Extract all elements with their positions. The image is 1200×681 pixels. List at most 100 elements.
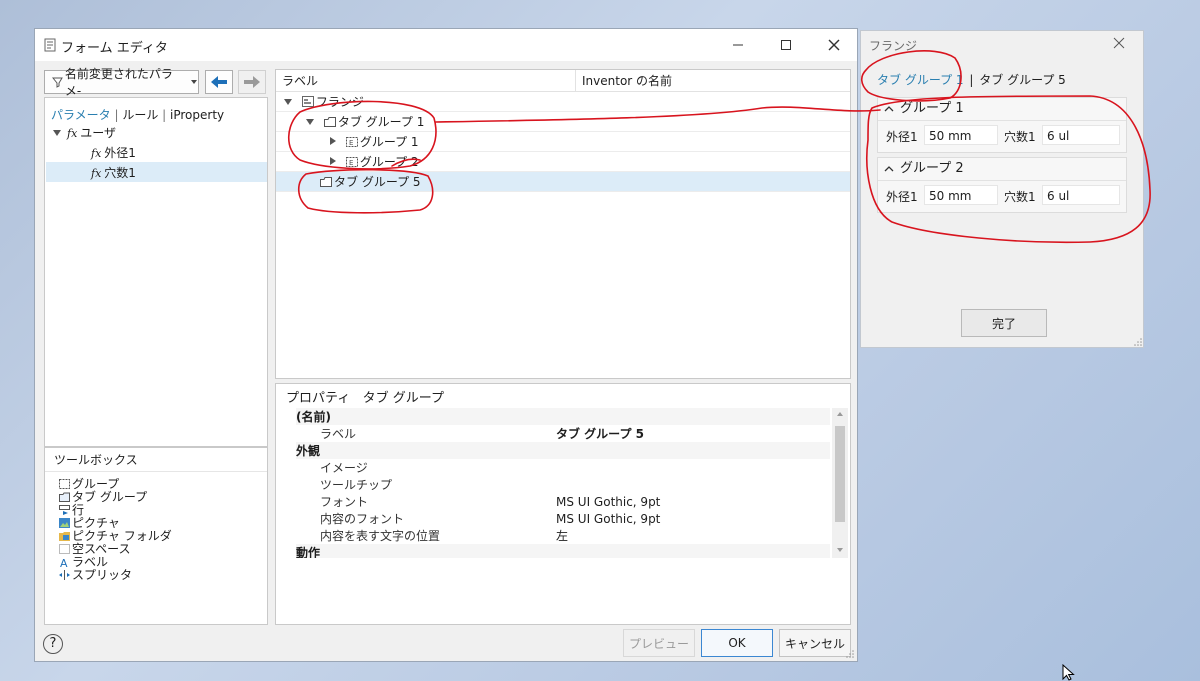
hole-count-input[interactable]: 6 ul <box>1042 185 1120 205</box>
preview-close-button[interactable] <box>1113 37 1131 53</box>
tab-rules[interactable]: ルール <box>122 108 158 122</box>
row-icon <box>59 505 70 515</box>
group-box-1: グループ 1 外径1 50 mm 穴数1 6 ul <box>877 97 1127 153</box>
ok-button[interactable]: OK <box>701 629 773 657</box>
hole-count-input[interactable]: 6 ul <box>1042 125 1120 145</box>
help-icon: ? <box>49 636 57 651</box>
filter-icon <box>51 77 63 88</box>
function-icon: fx <box>91 167 102 180</box>
svg-text:A: A <box>60 557 68 567</box>
undo-arrow-icon <box>211 76 227 88</box>
collapse-chevron-icon[interactable] <box>884 105 894 113</box>
minimize-icon <box>733 44 743 46</box>
form-layout-tree: ラベル Inventor の名前 フランジ タブ グループ 1 E グループ 1 … <box>275 69 851 379</box>
picture-folder-icon <box>59 532 70 541</box>
svg-text:E: E <box>349 159 353 167</box>
expand-arrow-icon[interactable] <box>306 119 314 125</box>
maximize-button[interactable] <box>763 29 809 61</box>
column-header-label[interactable]: ラベル <box>276 70 576 92</box>
property-row-tooltip[interactable]: ツールチップ <box>296 476 830 494</box>
filter-dropdown[interactable]: 名前変更されたパラメ- <box>44 67 199 98</box>
minimize-button[interactable] <box>715 29 761 61</box>
property-category-appearance[interactable]: 外観 <box>296 442 830 460</box>
tree-node-tab-group-1[interactable]: タブ グループ 1 <box>276 112 850 132</box>
property-row-content-font[interactable]: 内容のフォント MS UI Gothic, 9pt <box>296 510 830 528</box>
help-button[interactable]: ? <box>43 634 63 654</box>
group-icon <box>59 479 70 489</box>
tab-group-5-tab[interactable]: タブ グループ 5 <box>979 73 1066 87</box>
tree-node-flange[interactable]: フランジ <box>276 92 850 112</box>
cancel-button[interactable]: キャンセル <box>779 629 851 657</box>
group-box-2: グループ 2 外径1 50 mm 穴数1 6 ul <box>877 157 1127 213</box>
resize-grip-icon[interactable] <box>1133 337 1143 347</box>
scrollbar-thumb[interactable] <box>835 426 845 522</box>
mouse-cursor-icon <box>1062 664 1075 681</box>
close-button[interactable] <box>811 29 857 61</box>
tree-node-group-2[interactable]: E グループ 2 <box>276 152 850 172</box>
label-icon: A <box>60 557 68 567</box>
tree-node-group-1[interactable]: E グループ 1 <box>276 132 850 152</box>
field-label: 外径1 <box>886 190 918 204</box>
flange-preview-window: フランジ タブ グループ 1 | タブ グループ 5 グループ 1 外径1 50… <box>860 30 1144 348</box>
resize-grip-icon[interactable] <box>845 649 855 659</box>
toolbox-panel: ツールボックス グループ タブ グループ 行 ピクチャ ピクチャ フォルダ 空ス… <box>44 447 268 625</box>
tree-param-item[interactable]: fx 穴数1 <box>91 164 136 182</box>
tree-node-user[interactable]: fx ユーザ <box>53 124 116 142</box>
picture-icon <box>59 518 70 528</box>
preview-button[interactable]: プレビュー <box>623 629 695 657</box>
window-title: フォーム エディタ <box>61 41 168 56</box>
empty-space-icon <box>59 544 70 554</box>
expand-arrow-icon[interactable] <box>53 130 61 136</box>
scroll-up-icon[interactable] <box>832 408 848 420</box>
redo-arrow-icon <box>244 76 260 88</box>
property-scrollbar[interactable] <box>832 408 848 558</box>
tab-group-icon <box>323 117 336 127</box>
tab-parameters[interactable]: パラメータ <box>51 108 111 122</box>
outer-diameter-input[interactable]: 50 mm <box>924 125 998 145</box>
property-row-text-position[interactable]: 内容を表す文字の位置左 <box>296 527 830 545</box>
parameter-panel: パラメータ | ルール | iProperty fx ユーザ fx 外径1 fx 穴数… <box>44 97 268 447</box>
property-row-label[interactable]: ラベル タブ グループ 5 <box>296 425 830 443</box>
form-icon <box>301 96 314 107</box>
outer-diameter-input[interactable]: 50 mm <box>924 185 998 205</box>
group-icon: E <box>345 157 358 167</box>
close-icon <box>1113 37 1125 49</box>
tab-group-icon <box>320 177 332 187</box>
expand-arrow-icon[interactable] <box>330 137 336 145</box>
toolbox-item-splitter[interactable]: スプリッタ <box>59 569 132 582</box>
form-editor-icon <box>43 38 57 52</box>
property-category-name[interactable]: (名前) <box>296 408 830 426</box>
tab-group-1-tab[interactable]: タブ グループ 1 <box>877 73 964 87</box>
splitter-icon <box>59 570 70 580</box>
tab-group-icon <box>59 492 70 502</box>
done-button[interactable]: 完了 <box>961 309 1047 337</box>
redo-button[interactable] <box>238 70 266 94</box>
toolbox-title: ツールボックス <box>45 448 267 472</box>
expand-arrow-icon[interactable] <box>284 99 292 105</box>
parameter-tabs: パラメータ | ルール | iProperty <box>51 108 225 122</box>
close-icon <box>828 39 840 51</box>
maximize-icon <box>781 40 791 50</box>
collapse-chevron-icon[interactable] <box>884 165 894 173</box>
column-header-inventor-name[interactable]: Inventor の名前 <box>576 70 850 92</box>
tree-node-tab-group-5[interactable]: タブ グループ 5 <box>276 172 850 192</box>
expand-arrow-icon[interactable] <box>330 157 336 165</box>
undo-button[interactable] <box>205 70 233 94</box>
tree-param-item[interactable]: fx 外径1 <box>91 144 136 162</box>
field-label: 穴数1 <box>1004 190 1036 204</box>
property-category-behavior[interactable]: 動作 <box>296 544 830 558</box>
property-grid: (名前) ラベル タブ グループ 5 外観 イメージ ツールチップ フォント MS … <box>296 408 830 558</box>
group-header[interactable]: グループ 1 <box>878 98 1126 121</box>
form-editor-window: フォーム エディタ 名前変更されたパラメ- パラメータ | ルール | iPro… <box>34 28 858 662</box>
property-row-font[interactable]: フォント MS UI Gothic, 9pt <box>296 493 830 511</box>
group-header[interactable]: グループ 2 <box>878 158 1126 181</box>
tree-param-item-selected[interactable] <box>46 162 267 182</box>
preview-window-title: フランジ <box>869 39 918 53</box>
svg-text:E: E <box>349 139 353 147</box>
field-label: 穴数1 <box>1004 130 1036 144</box>
scroll-down-icon[interactable] <box>832 544 848 556</box>
tab-iproperty[interactable]: iProperty <box>170 108 224 122</box>
property-row-image[interactable]: イメージ <box>296 459 830 477</box>
properties-panel: プロパティ タブ グループ (名前) ラベル タブ グループ 5 外観 イメージ … <box>275 383 851 625</box>
chevron-down-icon <box>191 80 198 84</box>
